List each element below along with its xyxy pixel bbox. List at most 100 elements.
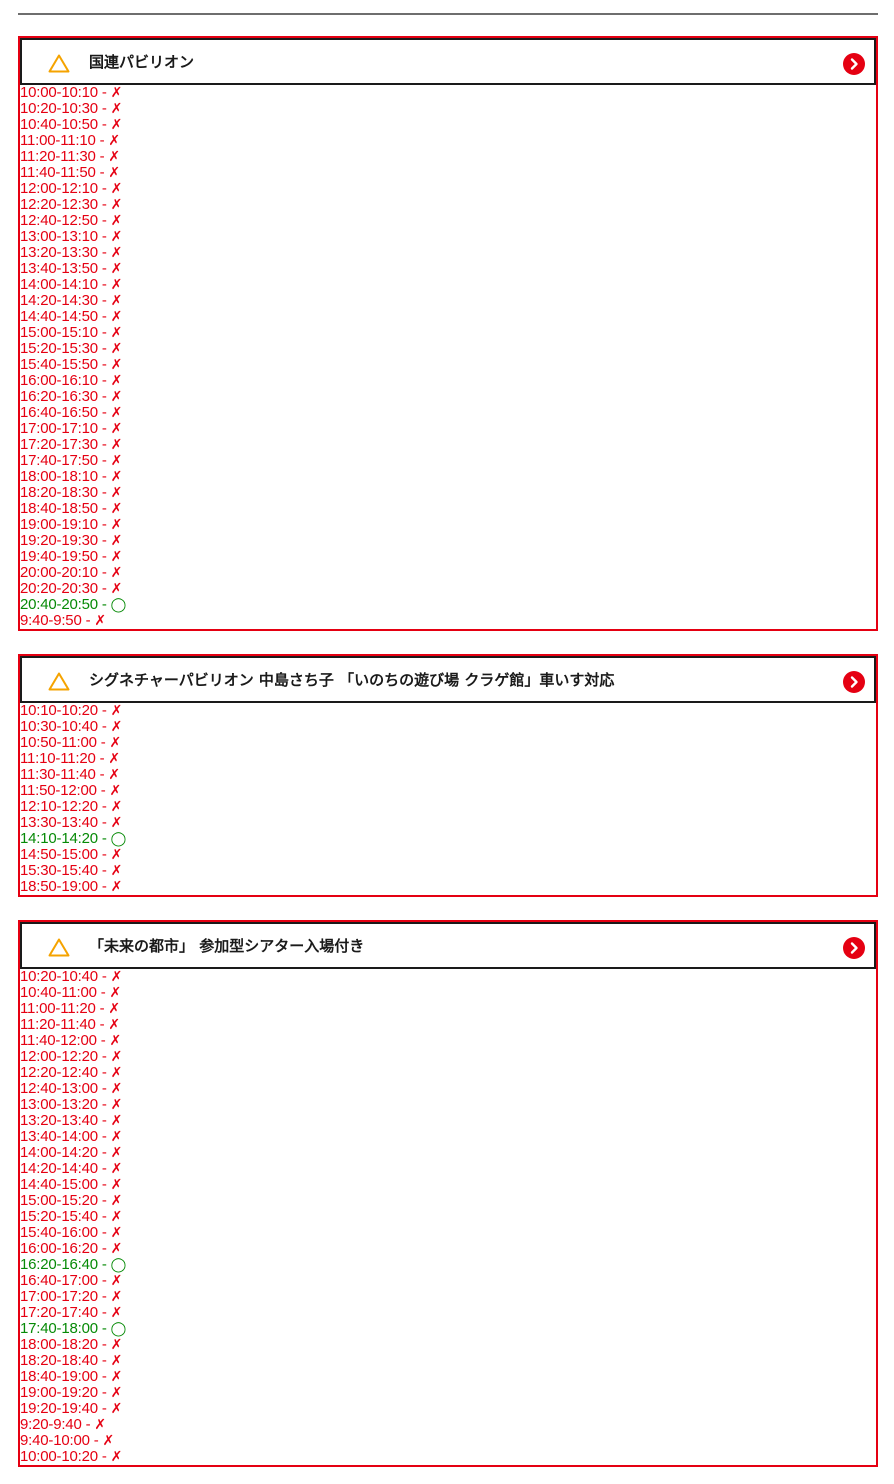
slot-time: 13:00-13:10 bbox=[20, 228, 98, 245]
slot-time: 17:00-17:20 bbox=[20, 1288, 98, 1305]
slot-separator: - bbox=[99, 148, 105, 165]
chevron-right-circle-icon[interactable] bbox=[843, 937, 865, 959]
unavailable-cross-icon: ✗ bbox=[110, 517, 123, 533]
time-slot: 12:00-12:20 - ✗ bbox=[20, 1049, 876, 1066]
time-slot: 12:40-12:50 - ✗ bbox=[20, 213, 876, 230]
slot-time: 13:20-13:40 bbox=[20, 1112, 98, 1129]
slot-separator: - bbox=[101, 846, 107, 863]
slot-separator: - bbox=[101, 1304, 107, 1321]
time-slot: 14:40-14:50 - ✗ bbox=[20, 308, 876, 326]
slot-separator: - bbox=[101, 500, 107, 517]
slot-separator: - bbox=[101, 1224, 107, 1241]
time-slot: 20:00-20:10 - ✗ bbox=[20, 565, 876, 582]
slot-separator: - bbox=[101, 484, 107, 501]
unavailable-cross-icon: ✗ bbox=[110, 533, 123, 549]
unavailable-cross-icon: ✗ bbox=[110, 1385, 123, 1401]
top-divider bbox=[18, 13, 878, 15]
unavailable-cross-icon: ✗ bbox=[110, 181, 123, 197]
time-slot: 18:00-18:20 - ✗ bbox=[20, 1336, 876, 1354]
time-slot: 16:20-16:30 - ✗ bbox=[20, 388, 876, 406]
slot-time: 13:00-13:20 bbox=[20, 1096, 98, 1113]
slot-list: 10:20-10:40 - ✗ 10:40-11:00 - ✗ 11:00-11:2… bbox=[20, 968, 876, 1466]
unavailable-cross-icon: ✗ bbox=[110, 1289, 123, 1305]
slot-separator: - bbox=[101, 388, 107, 405]
slot-time: 11:50-12:00 bbox=[20, 782, 97, 799]
unavailable-cross-icon: ✗ bbox=[108, 165, 120, 181]
slot-time: 19:40-19:50 bbox=[20, 548, 98, 565]
unavailable-cross-icon: ✗ bbox=[110, 1145, 123, 1161]
slot-time: 13:20-13:30 bbox=[20, 244, 98, 261]
slot-time: 18:40-19:00 bbox=[20, 1368, 98, 1385]
time-slot: 19:20-19:40 - ✗ bbox=[20, 1401, 876, 1418]
unavailable-cross-icon: ✗ bbox=[110, 293, 123, 309]
slot-time: 11:00-11:10 bbox=[20, 132, 96, 149]
slot-time: 10:00-10:10 bbox=[20, 84, 98, 101]
time-slot: 15:00-15:20 - ✗ bbox=[20, 1192, 876, 1210]
pavilion-header[interactable]: シグネチャーパビリオン 中島さち子 「いのちの遊び場 クラゲ館」車いす対応 bbox=[20, 656, 876, 703]
slot-separator: - bbox=[101, 1208, 107, 1225]
slot-separator: - bbox=[101, 324, 107, 341]
warning-triangle-icon bbox=[48, 54, 70, 73]
unavailable-cross-icon: ✗ bbox=[109, 1033, 122, 1049]
time-slot: 11:20-11:30 - ✗ bbox=[20, 148, 876, 166]
slot-separator: - bbox=[101, 968, 107, 985]
slot-time: 18:00-18:20 bbox=[20, 1336, 98, 1353]
slot-time: 11:30-11:40 bbox=[20, 766, 96, 783]
slot-separator: - bbox=[99, 164, 105, 181]
pavilion-header[interactable]: 国連パビリオン bbox=[20, 38, 876, 85]
unavailable-cross-icon: ✗ bbox=[109, 735, 122, 751]
unavailable-cross-icon: ✗ bbox=[110, 501, 123, 517]
time-slot: 16:40-17:00 - ✗ bbox=[20, 1273, 876, 1290]
unavailable-cross-icon: ✗ bbox=[110, 389, 123, 405]
slot-time: 17:40-17:50 bbox=[20, 452, 98, 469]
unavailable-cross-icon: ✗ bbox=[110, 1225, 123, 1241]
unavailable-cross-icon: ✗ bbox=[110, 1353, 123, 1369]
unavailable-cross-icon: ✗ bbox=[110, 1209, 123, 1225]
time-slot: 10:30-10:40 - ✗ bbox=[20, 718, 876, 736]
slot-time: 16:00-16:20 bbox=[20, 1240, 98, 1257]
slot-time: 9:20-9:40 bbox=[20, 1416, 82, 1433]
slot-separator: - bbox=[101, 1192, 107, 1209]
slot-separator: - bbox=[101, 356, 107, 373]
slot-separator: - bbox=[101, 436, 107, 453]
unavailable-cross-icon: ✗ bbox=[110, 85, 123, 101]
unavailable-cross-icon: ✗ bbox=[110, 1097, 123, 1113]
time-slot: 17:40-18:00 - ◯ bbox=[20, 1321, 876, 1338]
slot-separator: - bbox=[101, 308, 107, 325]
pavilion-card: シグネチャーパビリオン 中島さち子 「いのちの遊び場 クラゲ館」車いす対応 10… bbox=[18, 654, 878, 897]
pavilion-header[interactable]: 「未来の都市」 参加型シアター入場付き bbox=[20, 922, 876, 969]
slot-time: 16:40-16:50 bbox=[20, 404, 98, 421]
unavailable-cross-icon: ✗ bbox=[110, 879, 123, 895]
slot-separator: - bbox=[101, 718, 107, 735]
time-slot: 14:50-15:00 - ✗ bbox=[20, 846, 876, 864]
time-slot: 17:20-17:40 - ✗ bbox=[20, 1304, 876, 1322]
slot-separator: - bbox=[101, 1144, 107, 1161]
pavilion-title: 「未来の都市」 参加型シアター入場付き bbox=[89, 937, 365, 955]
slot-separator: - bbox=[101, 798, 107, 815]
slot-separator: - bbox=[101, 100, 107, 117]
slot-time: 15:00-15:10 bbox=[20, 324, 98, 341]
slot-time: 17:20-17:30 bbox=[20, 436, 98, 453]
slot-separator: - bbox=[93, 1432, 99, 1449]
time-slot: 10:10-10:20 - ✗ bbox=[20, 703, 876, 720]
slot-time: 12:40-13:00 bbox=[20, 1080, 98, 1097]
time-slot: 15:40-15:50 - ✗ bbox=[20, 356, 876, 374]
unavailable-cross-icon: ✗ bbox=[110, 1449, 123, 1465]
time-slot: 14:40-15:00 - ✗ bbox=[20, 1177, 876, 1194]
slot-time: 15:00-15:20 bbox=[20, 1192, 98, 1209]
unavailable-cross-icon: ✗ bbox=[108, 1017, 120, 1033]
slot-separator: - bbox=[101, 1096, 107, 1113]
time-slot: 11:30-11:40 - ✗ bbox=[20, 766, 876, 784]
chevron-right-circle-icon[interactable] bbox=[843, 671, 865, 693]
slot-time: 18:00-18:10 bbox=[20, 468, 98, 485]
slot-time: 17:20-17:40 bbox=[20, 1304, 98, 1321]
slot-separator: - bbox=[99, 766, 105, 783]
chevron-right-circle-icon[interactable] bbox=[843, 53, 865, 75]
time-slot: 14:00-14:20 - ✗ bbox=[20, 1144, 876, 1162]
unavailable-cross-icon: ✗ bbox=[94, 1417, 106, 1433]
slot-separator: - bbox=[101, 1064, 107, 1081]
slot-time: 13:40-14:00 bbox=[20, 1128, 98, 1145]
time-slot: 19:40-19:50 - ✗ bbox=[20, 548, 876, 566]
slot-separator: - bbox=[101, 1368, 107, 1385]
slot-separator: - bbox=[85, 1416, 91, 1433]
